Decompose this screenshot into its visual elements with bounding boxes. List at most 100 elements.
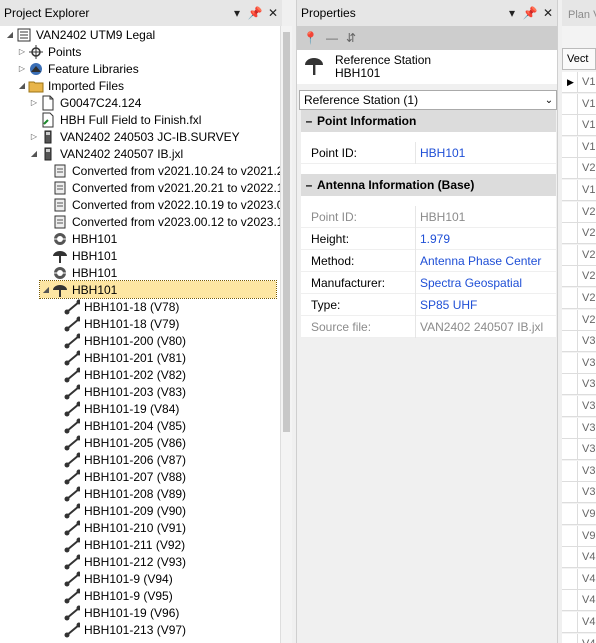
sort-icon[interactable]: ⇵ <box>346 31 356 45</box>
expand-toggle-icon[interactable]: ▷ <box>16 47 28 56</box>
tree-node[interactable]: HBH101-9 (V94) <box>52 570 173 587</box>
vector-column-header[interactable]: Vect <box>562 48 596 70</box>
tree-node[interactable]: HBH101-209 (V90) <box>52 502 186 519</box>
tree-node[interactable]: HBH101-9 (V95) <box>52 587 173 604</box>
tree-node[interactable]: HBH101-211 (V92) <box>52 536 185 553</box>
tree-node[interactable]: ◢ VAN2402 240507 IB.jxl <box>28 145 183 162</box>
tree-node[interactable]: ▷ Feature Libraries <box>16 60 139 77</box>
tree-node[interactable]: HBH101-207 (V88) <box>52 468 186 485</box>
row-selector[interactable] <box>562 568 578 590</box>
tree-node[interactable]: Converted from v2021.10.24 to v2021.20.2… <box>40 162 282 179</box>
property-row[interactable]: Type: SP85 UHF <box>301 293 556 316</box>
tree-node[interactable]: HBH101-18 (V79) <box>52 315 179 332</box>
collapse-minus-icon[interactable]: – <box>301 114 317 128</box>
tree-node[interactable]: HBH101-210 (V91) <box>52 519 186 536</box>
tree-node[interactable]: HBH101 <box>40 264 117 281</box>
tree-node[interactable]: HBH101-200 (V80) <box>52 332 186 349</box>
object-selector[interactable]: Reference Station (1) ⌄ <box>299 90 557 110</box>
close-icon[interactable]: ✕ <box>539 4 557 22</box>
tree-node[interactable]: ◢ VAN2402 UTM9 Legal <box>4 26 155 43</box>
tree-node[interactable]: HBH101 <box>40 247 117 264</box>
close-icon[interactable]: ✕ <box>264 4 282 22</box>
tree-node[interactable]: Converted from v2022.10.19 to v2023.00.1… <box>40 196 282 213</box>
row-selector[interactable] <box>562 417 578 439</box>
row-selector[interactable] <box>562 396 578 417</box>
tree-node[interactable]: HBH101-208 (V89) <box>52 485 186 502</box>
row-selector[interactable] <box>562 158 578 180</box>
tree-node[interactable]: HBH101-212 (V93) <box>52 553 186 570</box>
category-antenna-information[interactable]: – Antenna Information (Base) <box>301 174 556 196</box>
row-selector[interactable] <box>562 201 578 223</box>
tree-node[interactable]: HBH101-204 (V85) <box>52 417 186 434</box>
property-row[interactable]: Method: Antenna Phase Center <box>301 249 556 272</box>
tree-node[interactable]: HBH101-213 (V97) <box>52 621 186 638</box>
tree-node[interactable]: ◢ HBH101 <box>39 280 277 299</box>
expand-toggle-icon[interactable]: ▷ <box>16 64 28 73</box>
row-selector[interactable] <box>562 352 578 374</box>
row-selector[interactable] <box>562 590 578 612</box>
property-value[interactable]: HBH101 <box>415 141 556 164</box>
pin-icon[interactable]: 📌 <box>521 4 539 22</box>
property-value[interactable]: Antenna Phase Center <box>415 249 556 272</box>
row-selector[interactable] <box>562 547 578 569</box>
collapse-icon[interactable]: — <box>326 31 338 45</box>
tree-node[interactable]: HBH101 <box>40 230 117 247</box>
row-selector[interactable] <box>562 180 578 201</box>
row-selector[interactable] <box>562 482 578 504</box>
row-selector[interactable] <box>562 223 578 245</box>
plan-view-tab[interactable]: Plan V <box>562 0 596 26</box>
row-selector[interactable] <box>562 504 578 525</box>
row-selector-arrow[interactable]: ▶ <box>562 72 578 93</box>
chevron-down-icon[interactable]: ⌄ <box>542 95 556 106</box>
row-selector[interactable] <box>562 460 578 482</box>
tree-node[interactable]: ▷ Points <box>16 43 81 60</box>
row-selector[interactable] <box>562 136 578 158</box>
tree-node[interactable]: Converted from v2021.20.21 to v2022.10.1… <box>40 179 282 196</box>
row-selector[interactable] <box>562 309 578 331</box>
expand-toggle-icon[interactable]: ▷ <box>28 132 40 141</box>
property-row[interactable]: Manufacturer: Spectra Geospatial <box>301 271 556 294</box>
dropdown-menu-icon[interactable]: ▾ <box>503 4 521 22</box>
tree-node[interactable]: HBH101-203 (V83) <box>52 383 186 400</box>
tree-node[interactable]: HBH101-201 (V81) <box>52 349 186 366</box>
property-row[interactable]: Point ID: HBH101 <box>301 141 556 164</box>
tree-node[interactable]: HBH101-19 (V96) <box>52 604 179 621</box>
property-value[interactable]: 1.979 <box>415 227 556 250</box>
collapse-minus-icon[interactable]: – <box>301 178 317 192</box>
tree-node[interactable]: HBH101-206 (V87) <box>52 451 186 468</box>
property-value[interactable]: Spectra Geospatial <box>415 271 556 294</box>
tree-node[interactable]: Converted from v2023.00.12 to v2023.10.1… <box>40 213 282 230</box>
tree-node[interactable]: HBH Full Field to Finish.fxl <box>28 111 201 128</box>
tree-node[interactable]: ◢ Imported Files <box>16 77 124 94</box>
pin-icon[interactable]: 📌 <box>246 4 264 22</box>
row-selector[interactable] <box>562 244 578 266</box>
tree-node[interactable]: ▷ G0047C24.124 <box>28 94 141 111</box>
expand-toggle-icon[interactable]: ◢ <box>28 149 40 158</box>
row-selector[interactable] <box>562 612 578 633</box>
tree-node[interactable]: ▷ VAN2402 240503 JC-IB.SURVEY <box>28 128 240 145</box>
property-value[interactable]: SP85 UHF <box>415 293 556 316</box>
pin-object-icon[interactable]: 📍 <box>303 31 318 45</box>
scrollbar-thumb[interactable] <box>283 32 290 432</box>
row-selector[interactable] <box>562 266 578 288</box>
row-selector[interactable] <box>562 374 578 396</box>
dropdown-menu-icon[interactable]: ▾ <box>228 4 246 22</box>
category-point-information[interactable]: – Point Information <box>301 110 556 132</box>
row-selector[interactable] <box>562 93 578 115</box>
tree-node[interactable]: HBH101-18 (V78) <box>52 298 179 315</box>
expand-toggle-icon[interactable]: ◢ <box>40 285 52 294</box>
row-selector[interactable] <box>562 633 578 643</box>
project-explorer-scrollbar[interactable] <box>280 26 292 643</box>
expand-toggle-icon[interactable]: ◢ <box>16 81 28 90</box>
row-selector[interactable] <box>562 439 578 461</box>
expand-toggle-icon[interactable]: ▷ <box>28 98 40 107</box>
row-selector[interactable] <box>562 331 578 353</box>
property-row[interactable]: Height: 1.979 <box>301 227 556 250</box>
tree-node[interactable]: HBH101-202 (V82) <box>52 366 186 383</box>
expand-toggle-icon[interactable]: ◢ <box>4 30 16 39</box>
row-selector[interactable] <box>562 525 578 547</box>
tree-node[interactable]: HBH101-205 (V86) <box>52 434 186 451</box>
row-selector[interactable] <box>562 288 578 309</box>
tree-node[interactable]: HBH101-19 (V84) <box>52 400 179 417</box>
row-selector[interactable] <box>562 115 578 137</box>
